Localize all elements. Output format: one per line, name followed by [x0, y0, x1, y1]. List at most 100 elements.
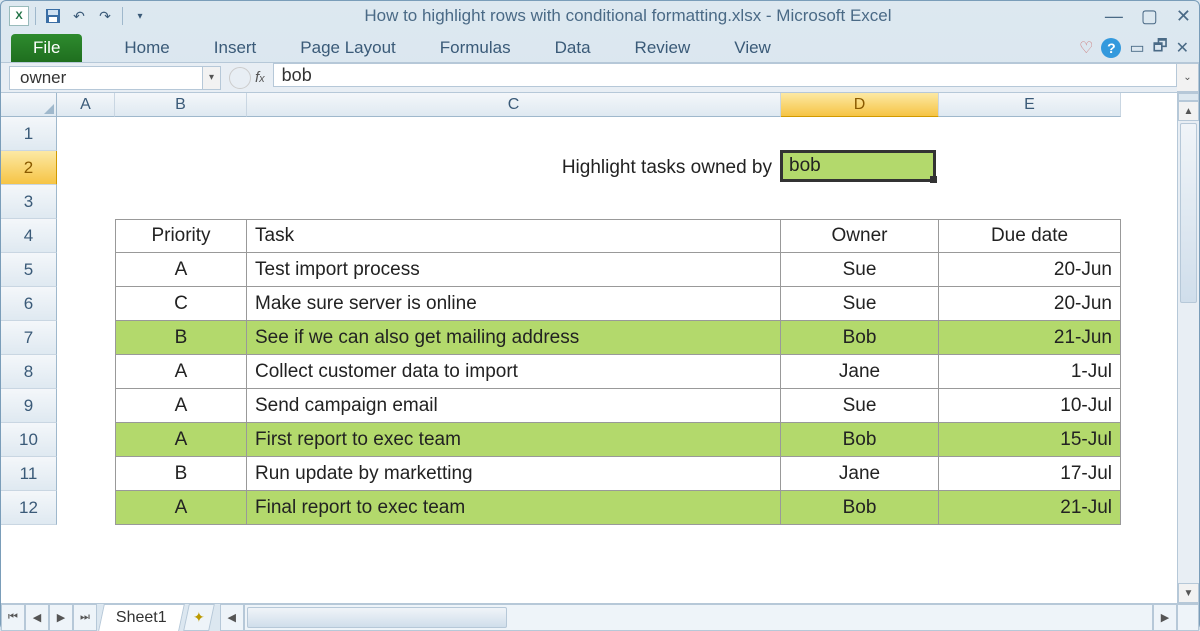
cell-due[interactable]: 15-Jul: [939, 423, 1121, 457]
cell-owner[interactable]: Jane: [781, 457, 939, 491]
col-header-b[interactable]: B: [115, 93, 247, 117]
row-header[interactable]: 3: [1, 185, 57, 219]
cell-due[interactable]: 1-Jul: [939, 355, 1121, 389]
scroll-thumb[interactable]: [247, 607, 507, 628]
table-header-owner: Owner: [781, 219, 939, 253]
minimize-icon[interactable]: —: [1105, 6, 1123, 27]
row-header[interactable]: 12: [1, 491, 57, 525]
last-sheet-icon[interactable]: ⏭: [73, 604, 97, 631]
cell-priority[interactable]: A: [115, 253, 247, 287]
row-header[interactable]: 6: [1, 287, 57, 321]
col-header-d[interactable]: D: [781, 93, 939, 117]
row-header[interactable]: 5: [1, 253, 57, 287]
cell-owner[interactable]: Sue: [781, 287, 939, 321]
cell-due[interactable]: 20-Jun: [939, 287, 1121, 321]
qat-customize-icon[interactable]: ▾: [129, 5, 151, 27]
col-header-a[interactable]: A: [57, 93, 115, 117]
cell-task[interactable]: Run update by marketting: [247, 457, 781, 491]
name-box[interactable]: owner: [9, 66, 203, 90]
tab-view[interactable]: View: [712, 34, 793, 62]
row-header[interactable]: 4: [1, 219, 57, 253]
tab-home[interactable]: Home: [102, 34, 191, 62]
separator: [35, 7, 36, 25]
worksheet-grid[interactable]: A B C D E 1 2 Highlight tasks owned by: [1, 93, 1199, 603]
cell-owner[interactable]: Bob: [781, 423, 939, 457]
scroll-up-icon[interactable]: ▲: [1178, 101, 1199, 121]
cell-due[interactable]: 17-Jul: [939, 457, 1121, 491]
row-header[interactable]: 9: [1, 389, 57, 423]
tab-data[interactable]: Data: [533, 34, 613, 62]
workbook-restore-icon[interactable]: 🗗: [1153, 35, 1168, 62]
formula-bar-expand-icon[interactable]: ⌄: [1177, 63, 1199, 92]
file-tab[interactable]: File: [11, 34, 82, 62]
active-cell[interactable]: bob: [780, 150, 936, 182]
cell-task[interactable]: Collect customer data to import: [247, 355, 781, 389]
cell-owner[interactable]: Sue: [781, 253, 939, 287]
cell-owner[interactable]: Bob: [781, 321, 939, 355]
row-header[interactable]: 7: [1, 321, 57, 355]
cell-task[interactable]: Test import process: [247, 253, 781, 287]
table-header-due: Due date: [939, 219, 1121, 253]
row-header[interactable]: 2: [1, 151, 57, 185]
cell-priority[interactable]: B: [115, 457, 247, 491]
favorite-icon[interactable]: ♡: [1079, 38, 1093, 58]
scroll-thumb[interactable]: [1180, 123, 1197, 303]
split-handle-icon[interactable]: [1177, 604, 1199, 631]
scroll-down-icon[interactable]: ▼: [1178, 583, 1199, 603]
cell-due[interactable]: 10-Jul: [939, 389, 1121, 423]
cell-owner[interactable]: Sue: [781, 389, 939, 423]
tab-review[interactable]: Review: [613, 34, 713, 62]
cell-priority[interactable]: A: [115, 355, 247, 389]
row-header[interactable]: 1: [1, 117, 57, 151]
prev-sheet-icon[interactable]: ◀: [25, 604, 49, 631]
quick-access-toolbar: X ↶ ↷ ▾: [9, 5, 151, 27]
cell-task[interactable]: Make sure server is online: [247, 287, 781, 321]
cell-priority[interactable]: C: [115, 287, 247, 321]
save-icon[interactable]: [42, 5, 64, 27]
col-header-e[interactable]: E: [939, 93, 1121, 117]
tab-formulas[interactable]: Formulas: [418, 34, 533, 62]
cell-owner[interactable]: Bob: [781, 491, 939, 525]
vertical-scrollbar[interactable]: ▲ ▼: [1177, 93, 1199, 603]
next-sheet-icon[interactable]: ▶: [49, 604, 73, 631]
cell-task[interactable]: See if we can also get mailing address: [247, 321, 781, 355]
cell-due[interactable]: 20-Jun: [939, 253, 1121, 287]
formula-input[interactable]: bob: [273, 63, 1177, 87]
row-header[interactable]: 11: [1, 457, 57, 491]
close-icon[interactable]: ✕: [1176, 6, 1191, 27]
tab-page-layout[interactable]: Page Layout: [278, 34, 417, 62]
cell-task[interactable]: First report to exec team: [247, 423, 781, 457]
formula-bar: owner ▾ fx bob ⌄: [1, 63, 1199, 93]
select-all-corner[interactable]: [1, 93, 57, 117]
cell-owner[interactable]: Jane: [781, 355, 939, 389]
separator: [122, 7, 123, 25]
fx-icon[interactable]: fx: [255, 69, 265, 86]
col-header-c[interactable]: C: [247, 93, 781, 117]
horizontal-scrollbar[interactable]: ◀ ▶: [220, 604, 1199, 631]
row-header[interactable]: 10: [1, 423, 57, 457]
new-sheet-icon[interactable]: ✦: [183, 604, 215, 631]
redo-icon[interactable]: ↷: [94, 5, 116, 27]
sheet-tab[interactable]: Sheet1: [98, 604, 184, 631]
row-header[interactable]: 8: [1, 355, 57, 389]
cell-priority[interactable]: A: [115, 423, 247, 457]
workbook-close-icon[interactable]: ✕: [1176, 38, 1189, 58]
first-sheet-icon[interactable]: ⏮: [1, 604, 25, 631]
help-icon[interactable]: ?: [1101, 38, 1121, 58]
tab-insert[interactable]: Insert: [192, 34, 279, 62]
undo-icon[interactable]: ↶: [68, 5, 90, 27]
scroll-right-icon[interactable]: ▶: [1153, 604, 1177, 631]
cell-priority[interactable]: B: [115, 321, 247, 355]
cell-due[interactable]: 21-Jul: [939, 491, 1121, 525]
cell-priority[interactable]: A: [115, 491, 247, 525]
cell-due[interactable]: 21-Jun: [939, 321, 1121, 355]
name-box-dropdown-icon[interactable]: ▾: [203, 66, 221, 90]
maximize-icon[interactable]: ▢: [1141, 6, 1158, 27]
split-handle-icon[interactable]: [1178, 93, 1199, 101]
cell-task[interactable]: Send campaign email: [247, 389, 781, 423]
cell-task[interactable]: Final report to exec team: [247, 491, 781, 525]
table-header-priority: Priority: [115, 219, 247, 253]
cell-priority[interactable]: A: [115, 389, 247, 423]
scroll-left-icon[interactable]: ◀: [220, 604, 244, 631]
ribbon-minimize-icon[interactable]: ▭: [1129, 38, 1144, 58]
